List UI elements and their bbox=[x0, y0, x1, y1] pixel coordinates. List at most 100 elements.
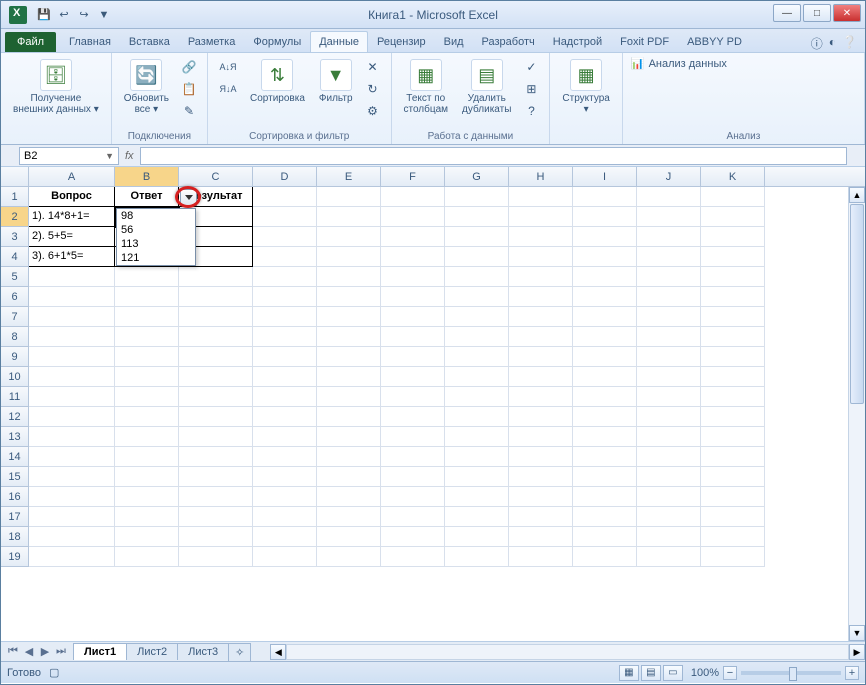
qat-save-icon[interactable]: 💾 bbox=[35, 6, 53, 24]
name-box-dropdown-icon[interactable]: ▼ bbox=[105, 151, 114, 161]
cell-B16[interactable] bbox=[115, 487, 179, 507]
cell-A10[interactable] bbox=[29, 367, 115, 387]
dropdown-option[interactable]: 98 bbox=[117, 209, 195, 223]
cell-B6[interactable] bbox=[115, 287, 179, 307]
cell-H16[interactable] bbox=[509, 487, 573, 507]
cell-D16[interactable] bbox=[253, 487, 317, 507]
cell-F18[interactable] bbox=[381, 527, 445, 547]
vertical-scrollbar[interactable]: ▲ ▼ bbox=[848, 187, 865, 641]
minimize-ribbon-icon[interactable]: ◐ bbox=[829, 35, 836, 52]
tab-view[interactable]: Вид bbox=[435, 31, 473, 52]
cell-D2[interactable] bbox=[253, 207, 317, 227]
tab-developer[interactable]: Разработч bbox=[473, 31, 544, 52]
cell-D11[interactable] bbox=[253, 387, 317, 407]
cell-D9[interactable] bbox=[253, 347, 317, 367]
cell-E9[interactable] bbox=[317, 347, 381, 367]
row-header[interactable]: 13 bbox=[1, 427, 29, 447]
zoom-level[interactable]: 100% bbox=[691, 667, 719, 679]
col-header-c[interactable]: C bbox=[179, 167, 253, 186]
consolidate-icon[interactable]: ⊞ bbox=[521, 79, 541, 99]
cell-E12[interactable] bbox=[317, 407, 381, 427]
cell-G4[interactable] bbox=[445, 247, 509, 267]
cell-D18[interactable] bbox=[253, 527, 317, 547]
cell-A13[interactable] bbox=[29, 427, 115, 447]
tab-layout[interactable]: Разметка bbox=[179, 31, 245, 52]
sheet-nav-prev-icon[interactable]: ◀ bbox=[21, 645, 37, 658]
row-header[interactable]: 17 bbox=[1, 507, 29, 527]
col-header-j[interactable]: J bbox=[637, 167, 701, 186]
row-header[interactable]: 12 bbox=[1, 407, 29, 427]
cell-C19[interactable] bbox=[179, 547, 253, 567]
advanced-filter-icon[interactable]: ⚙ bbox=[363, 101, 383, 121]
cell-I18[interactable] bbox=[573, 527, 637, 547]
cell-K8[interactable] bbox=[701, 327, 765, 347]
cell-C5[interactable] bbox=[179, 267, 253, 287]
sheet-nav-next-icon[interactable]: ▶ bbox=[37, 645, 53, 658]
cell-D4[interactable] bbox=[253, 247, 317, 267]
edit-links-icon[interactable]: ✎ bbox=[179, 101, 199, 121]
cell-E15[interactable] bbox=[317, 467, 381, 487]
tab-file[interactable]: Файл bbox=[5, 32, 56, 52]
sort-asc-button[interactable]: А↓Я bbox=[216, 57, 240, 77]
cell-K18[interactable] bbox=[701, 527, 765, 547]
text-to-columns-button[interactable]: ▦ Текст по столбцам bbox=[400, 57, 453, 117]
tab-addins[interactable]: Надстрой bbox=[544, 31, 611, 52]
cell-D7[interactable] bbox=[253, 307, 317, 327]
cell-B14[interactable] bbox=[115, 447, 179, 467]
cell-C6[interactable] bbox=[179, 287, 253, 307]
hscroll-right-icon[interactable]: ▶ bbox=[849, 644, 865, 660]
cell-C11[interactable] bbox=[179, 387, 253, 407]
cell-F14[interactable] bbox=[381, 447, 445, 467]
cell-J2[interactable] bbox=[637, 207, 701, 227]
row-header[interactable]: 3 bbox=[1, 227, 29, 247]
properties-icon[interactable]: 📋 bbox=[179, 79, 199, 99]
cell-D15[interactable] bbox=[253, 467, 317, 487]
cell-F8[interactable] bbox=[381, 327, 445, 347]
tab-formulas[interactable]: Формулы bbox=[244, 31, 310, 52]
cell-I14[interactable] bbox=[573, 447, 637, 467]
macro-record-icon[interactable]: ▢ bbox=[49, 666, 59, 679]
cell-G15[interactable] bbox=[445, 467, 509, 487]
cell-F12[interactable] bbox=[381, 407, 445, 427]
cell-G6[interactable] bbox=[445, 287, 509, 307]
reapply-icon[interactable]: ↻ bbox=[363, 79, 383, 99]
tab-home[interactable]: Главная bbox=[60, 31, 120, 52]
cell-E14[interactable] bbox=[317, 447, 381, 467]
data-validation-icon[interactable]: ✓ bbox=[521, 57, 541, 77]
cell-C14[interactable] bbox=[179, 447, 253, 467]
col-header-b[interactable]: B bbox=[115, 167, 179, 186]
refresh-all-button[interactable]: 🔄 Обновить все ▾ bbox=[120, 57, 173, 117]
cell-I9[interactable] bbox=[573, 347, 637, 367]
cell-I17[interactable] bbox=[573, 507, 637, 527]
cell-B18[interactable] bbox=[115, 527, 179, 547]
connections-icon[interactable]: 🔗 bbox=[179, 57, 199, 77]
cell-B15[interactable] bbox=[115, 467, 179, 487]
sheet-tab-2[interactable]: Лист2 bbox=[126, 643, 178, 660]
cell-F11[interactable] bbox=[381, 387, 445, 407]
cell-F9[interactable] bbox=[381, 347, 445, 367]
formula-input[interactable] bbox=[140, 147, 847, 165]
view-normal-icon[interactable]: ▦ bbox=[619, 665, 639, 681]
row-header[interactable]: 4 bbox=[1, 247, 29, 267]
cell-G9[interactable] bbox=[445, 347, 509, 367]
cell-I11[interactable] bbox=[573, 387, 637, 407]
cell-D17[interactable] bbox=[253, 507, 317, 527]
cell-K1[interactable] bbox=[701, 187, 765, 207]
cell-F17[interactable] bbox=[381, 507, 445, 527]
cell-B13[interactable] bbox=[115, 427, 179, 447]
cell-G16[interactable] bbox=[445, 487, 509, 507]
tab-data[interactable]: Данные bbox=[310, 31, 368, 52]
cell-K14[interactable] bbox=[701, 447, 765, 467]
cell-A14[interactable] bbox=[29, 447, 115, 467]
cell-H8[interactable] bbox=[509, 327, 573, 347]
cell-A19[interactable] bbox=[29, 547, 115, 567]
cell-G13[interactable] bbox=[445, 427, 509, 447]
cell-I12[interactable] bbox=[573, 407, 637, 427]
sheet-nav-first-icon[interactable]: ⏮ bbox=[5, 645, 21, 658]
cell-I13[interactable] bbox=[573, 427, 637, 447]
cell-K2[interactable] bbox=[701, 207, 765, 227]
cell-B7[interactable] bbox=[115, 307, 179, 327]
col-header-i[interactable]: I bbox=[573, 167, 637, 186]
row-header[interactable]: 14 bbox=[1, 447, 29, 467]
qat-customize-icon[interactable]: ▼ bbox=[95, 6, 113, 24]
